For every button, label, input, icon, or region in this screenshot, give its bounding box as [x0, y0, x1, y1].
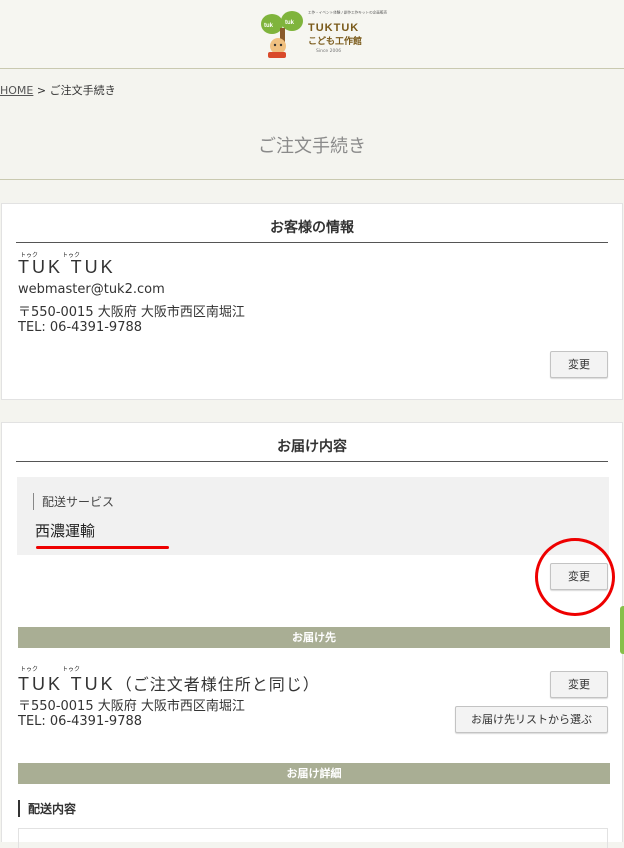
customer-address: 〒550-0015 大阪府 大阪市西区南堀江: [18, 305, 245, 320]
customer-info-heading: お客様の情報: [16, 217, 608, 243]
logo-since: Since 2006: [316, 49, 342, 54]
dest-name-text: TUK TUK: [18, 674, 116, 694]
page-title: ご注文手続き: [258, 136, 366, 157]
dest-list-select-button[interactable]: お届け先リストから選ぶ: [455, 706, 608, 733]
annotation-red-circle: [535, 538, 615, 616]
breadcrumb-current: ご注文手続き: [49, 84, 116, 97]
logo-tagline: 工作・イベント体験 / 創作工作キットの企画販売: [308, 10, 388, 15]
customer-change-button[interactable]: 変更: [550, 351, 608, 378]
site-logo[interactable]: tuk tuk 工作・イベント体験 / 創作工作キットの企画販売 TUKTUK …: [258, 8, 387, 60]
side-tab[interactable]: [620, 606, 624, 654]
logo-brand: TUKTUK: [308, 22, 360, 34]
svg-text:tuk: tuk: [285, 20, 295, 26]
logo-mascot-icon: tuk tuk: [261, 11, 303, 58]
delivery-heading: お届け内容: [16, 436, 608, 462]
dest-change-button[interactable]: 変更: [550, 671, 608, 698]
delivery-detail-box: [18, 828, 608, 848]
shipping-service-box: 配送サービス 西濃運輸: [17, 477, 609, 555]
breadcrumb-home-link[interactable]: HOME: [0, 84, 33, 97]
dest-address: 〒550-0015 大阪府 大阪市西区南堀江: [18, 699, 245, 714]
shipping-service-label: 配送サービス: [33, 493, 114, 510]
dest-name: TUK TUK（ご注文者様住所と同じ）: [18, 671, 320, 695]
customer-email: webmaster@tuk2.com: [18, 282, 165, 297]
breadcrumb-separator: >: [33, 84, 50, 97]
shipping-service-value: 西濃運輸: [35, 522, 96, 540]
logo-subtitle: こども工作館: [308, 37, 363, 47]
delivery-destination-band: お届け先: [18, 627, 610, 648]
delivery-detail-band: お届け詳細: [18, 763, 610, 784]
svg-text:tuk: tuk: [264, 23, 274, 29]
breadcrumb: HOME > ご注文手続き: [0, 82, 116, 98]
customer-info-card: お客様の情報 トゥク トゥク TUK TUK webmaster@tuk2.co…: [1, 203, 623, 400]
annotation-red-underline: [36, 546, 169, 549]
delivery-detail-subheading: 配送内容: [18, 800, 76, 817]
delivery-card: お届け内容 配送サービス 西濃運輸 変更 お届け先 トゥク トゥク TUK TU…: [1, 422, 623, 848]
customer-name: TUK TUK: [18, 257, 116, 277]
dest-same-as-orderer: （ご注文者様住所と同じ）: [115, 677, 320, 694]
customer-tel: TEL: 06-4391-9788: [18, 320, 143, 335]
site-header: tuk tuk 工作・イベント体験 / 創作工作キットの企画販売 TUKTUK …: [0, 0, 624, 69]
dest-tel: TEL: 06-4391-9788: [18, 714, 143, 729]
